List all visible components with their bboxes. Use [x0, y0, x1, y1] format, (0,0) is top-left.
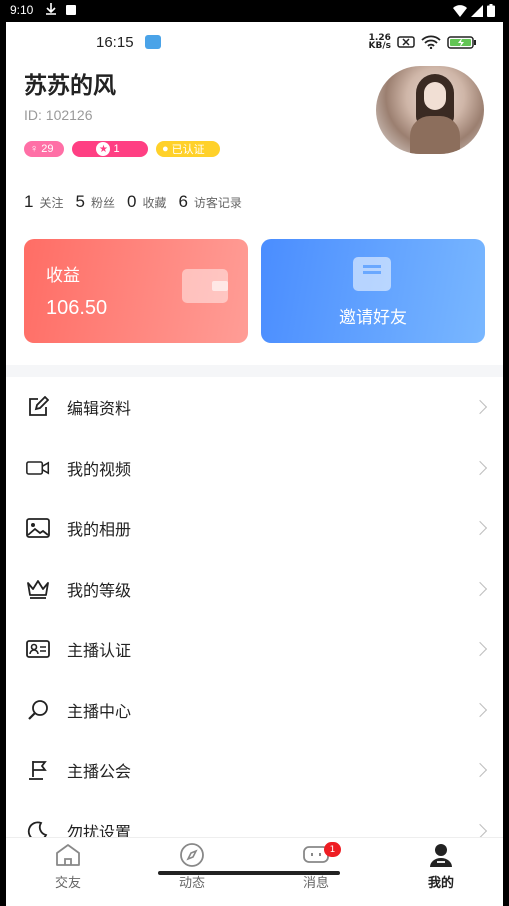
- gender-age-badge: ♀ 29: [24, 141, 64, 157]
- menu-item-anchor-guild[interactable]: 主播公会: [6, 740, 503, 801]
- menu-item-edit-profile[interactable]: 编辑资料: [6, 377, 503, 438]
- chevron-right-icon: [472, 642, 488, 657]
- envelope-icon: [353, 257, 391, 291]
- chevron-right-icon: [472, 763, 488, 778]
- income-card[interactable]: 收益 106.50: [24, 239, 248, 343]
- sim-off-icon: [397, 36, 415, 48]
- home-indicator[interactable]: [158, 871, 340, 875]
- avatar[interactable]: [376, 66, 484, 154]
- crown-icon: [26, 577, 50, 601]
- tab-messages[interactable]: 1 消息: [276, 842, 356, 891]
- photo-album-icon: [26, 516, 50, 540]
- profile-screen: 16:15 1.26 KB/s 苏苏的风 ID: 102126 ♀ 29 ★ 1…: [6, 22, 503, 906]
- stat-following[interactable]: 1 关注: [24, 192, 63, 212]
- tab-friends[interactable]: 交友: [28, 842, 108, 891]
- income-value: 106.50: [46, 297, 108, 319]
- menu-item-anchor-center[interactable]: 主播中心: [6, 680, 503, 741]
- profile-id: ID: 102126: [24, 107, 93, 123]
- chevron-right-icon: [472, 581, 488, 596]
- stat-visitors[interactable]: 6 访客记录: [178, 192, 241, 212]
- invite-label: 邀请好友: [339, 308, 407, 328]
- phone-frame: 9:10 16:15 1.26 KB/s 苏苏的风 ID: 102126 ♀ 2…: [0, 0, 509, 906]
- app-notification-icon: [145, 35, 161, 49]
- section-divider: [6, 365, 503, 377]
- system-status-bar: 9:10: [0, 0, 509, 22]
- network-speed: 1.26 KB/s: [368, 33, 391, 51]
- inner-time: 16:15: [96, 34, 134, 51]
- download-icon: [46, 3, 56, 18]
- inner-status-bar: 16:15 1.26 KB/s: [6, 22, 503, 62]
- chevron-right-icon: [472, 521, 488, 536]
- stat-favorites[interactable]: 0 收藏: [127, 192, 166, 212]
- flag-icon: [26, 758, 50, 782]
- tab-me[interactable]: 我的: [401, 842, 481, 891]
- wallet-icon: [182, 269, 228, 303]
- edit-icon: [26, 395, 50, 419]
- menu-item-anchor-verification[interactable]: 主播认证: [6, 619, 503, 680]
- compass-icon: [178, 842, 206, 868]
- female-icon: ♀: [30, 143, 39, 155]
- user-icon: ●: [162, 143, 169, 155]
- system-indicators: [453, 4, 495, 17]
- notification-icon: [66, 5, 76, 15]
- search-icon: [26, 698, 50, 722]
- verified-badge: ● 已认证: [156, 141, 220, 157]
- id-card-icon: [26, 637, 50, 661]
- chevron-right-icon: [472, 823, 488, 838]
- home-icon: [54, 842, 82, 868]
- battery-icon: [487, 4, 495, 17]
- stat-fans[interactable]: 5 粉丝: [75, 192, 114, 212]
- video-camera-icon: [26, 456, 50, 480]
- tab-feed[interactable]: 动态: [152, 842, 232, 891]
- chevron-right-icon: [472, 400, 488, 415]
- profile-badges: ♀ 29 ★ 1 ● 已认证: [24, 141, 220, 157]
- inner-status-indicators: 1.26 KB/s: [368, 33, 477, 51]
- chevron-right-icon: [472, 702, 488, 717]
- stats-row: 1 关注 5 粉丝 0 收藏 6 访客记录: [24, 192, 254, 212]
- chevron-right-icon: [472, 460, 488, 475]
- wifi-icon: [421, 35, 441, 49]
- profile-name: 苏苏的风: [24, 73, 116, 99]
- level-badge: ★ 1: [72, 141, 148, 157]
- battery-charging-icon: [447, 35, 476, 49]
- menu-item-my-level[interactable]: 我的等级: [6, 559, 503, 620]
- star-icon: ★: [96, 142, 111, 156]
- menu-item-my-videos[interactable]: 我的视频: [6, 438, 503, 499]
- invite-friends-card[interactable]: 邀请好友: [261, 239, 485, 343]
- income-label: 收益: [46, 266, 80, 286]
- settings-menu: 编辑资料 我的视频 我的相册 我的等级 主播认证 主播中心 主播公会 勿扰设置: [6, 377, 503, 861]
- profile-icon: [427, 842, 455, 868]
- wifi-icon: [453, 4, 467, 17]
- menu-item-my-album[interactable]: 我的相册: [6, 498, 503, 559]
- signal-icon: [471, 4, 483, 17]
- unread-badge: 1: [324, 842, 341, 857]
- screen-edge: [503, 22, 509, 906]
- system-time: 9:10: [10, 3, 34, 17]
